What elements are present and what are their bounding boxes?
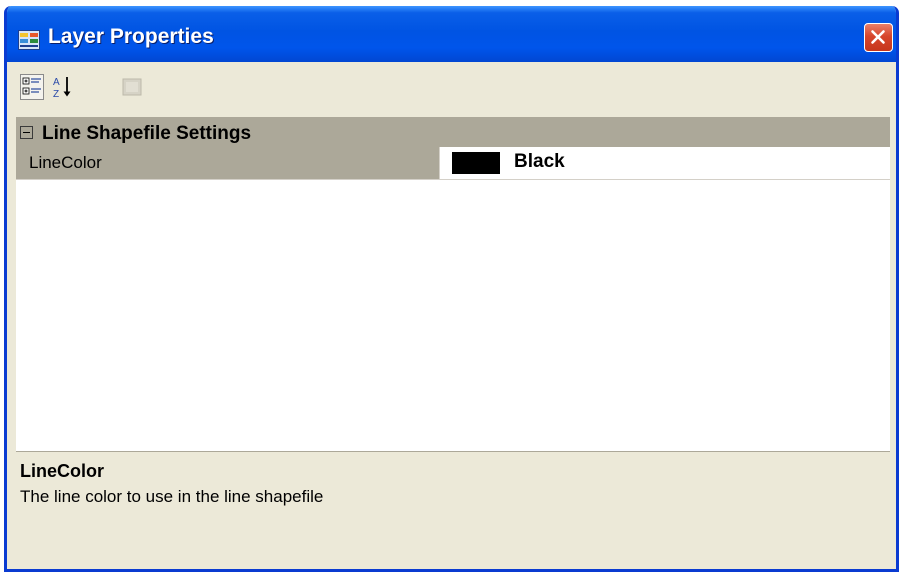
alphabetical-sort-icon: A Z — [53, 77, 71, 100]
svg-text:A: A — [53, 77, 60, 88]
property-name: LineColor — [29, 153, 102, 172]
property-row[interactable]: LineColor Black — [16, 147, 890, 180]
layer-properties-icon — [18, 30, 40, 50]
title-bar[interactable]: Layer Properties — [7, 6, 896, 62]
property-pages-icon — [122, 78, 142, 96]
property-grid: Line Shapefile Settings LineColor Black — [16, 117, 890, 451]
color-swatch — [452, 152, 500, 174]
layer-properties-window: Layer Properties A Z Line Shapefile Sett… — [4, 6, 899, 572]
property-name-cell[interactable]: LineColor — [16, 147, 440, 179]
help-description: The line color to use in the line shapef… — [20, 487, 324, 506]
close-button[interactable] — [864, 23, 893, 52]
category-row[interactable]: Line Shapefile Settings — [16, 118, 890, 147]
property-value-cell[interactable]: Black — [440, 147, 890, 179]
property-value: Black — [514, 151, 565, 172]
alphabetical-sort-button[interactable]: A Z — [49, 72, 75, 102]
svg-text:Z: Z — [53, 89, 59, 100]
property-pages-button[interactable] — [119, 72, 145, 102]
category-label: Line Shapefile Settings — [42, 123, 252, 144]
help-pane: LineColor The line color to use in the l… — [16, 451, 890, 563]
window-title: Layer Properties — [48, 25, 214, 48]
collapse-toggle-icon[interactable] — [20, 126, 33, 139]
help-title: LineColor — [20, 461, 104, 481]
property-grid-toolbar: A Z — [7, 62, 896, 117]
categorized-icon — [20, 74, 44, 100]
categorized-button[interactable] — [19, 72, 45, 102]
close-icon — [871, 30, 885, 44]
